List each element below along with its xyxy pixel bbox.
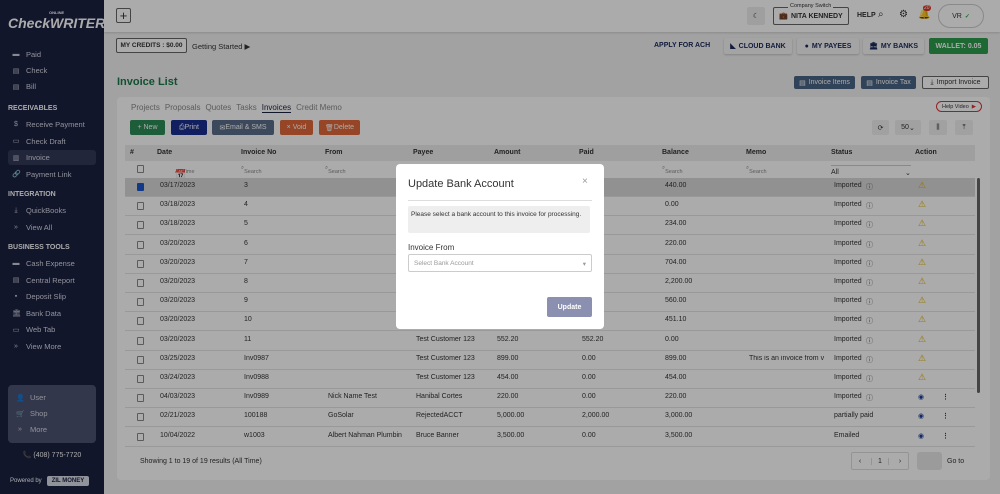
- update-bank-account-modal: Update Bank Account × Please select a ba…: [396, 164, 604, 329]
- close-icon[interactable]: ×: [582, 176, 588, 187]
- modal-message: Please select a bank account to this inv…: [408, 206, 590, 233]
- modal-title: Update Bank Account: [408, 178, 514, 190]
- divider: [408, 200, 592, 201]
- bank-account-select[interactable]: Select Bank Account ▾: [408, 254, 592, 272]
- invoice-from-label: Invoice From: [408, 243, 455, 252]
- update-button[interactable]: Update: [547, 297, 592, 317]
- caret-down-icon: ▾: [582, 261, 586, 268]
